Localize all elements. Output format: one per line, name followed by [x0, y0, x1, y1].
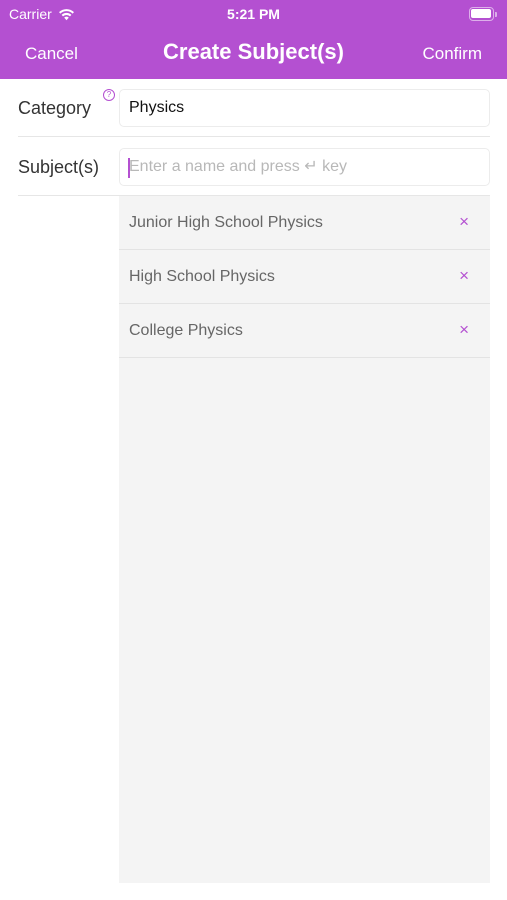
list-item: College Physics × — [119, 304, 490, 358]
subjects-label: Subject(s) — [18, 157, 100, 177]
subject-name-field[interactable] — [119, 148, 490, 186]
battery-level — [471, 9, 491, 18]
cancel-button[interactable]: Cancel — [25, 44, 78, 64]
category-field[interactable]: Physics — [119, 89, 490, 127]
status-time: 5:21 PM — [227, 6, 280, 22]
category-label: Category — [18, 98, 92, 118]
remove-subject-button[interactable]: × — [459, 267, 469, 285]
subject-name: High School Physics — [129, 268, 275, 285]
subject-name: College Physics — [129, 322, 243, 339]
question-mark-icon[interactable]: ? — [103, 89, 115, 101]
subject-name: Junior High School Physics — [129, 214, 323, 231]
remove-subject-button[interactable]: × — [459, 321, 469, 339]
confirm-button[interactable]: Confirm — [422, 44, 482, 64]
list-item: Junior High School Physics × — [119, 196, 490, 250]
remove-subject-button[interactable]: × — [459, 213, 469, 231]
battery-icon — [469, 7, 497, 21]
navigation-bar: Cancel Create Subject(s) Confirm — [0, 28, 507, 79]
status-bar: Carrier 5:21 PM — [0, 0, 507, 28]
create-subjects-screen: Carrier 5:21 PM Cancel Create Subject(s) — [0, 0, 507, 900]
list-item: High School Physics × — [119, 250, 490, 304]
subjects-list: Junior High School Physics × High School… — [119, 196, 490, 883]
category-value: Physics — [129, 99, 185, 116]
category-divider — [18, 136, 490, 137]
text-cursor — [128, 158, 130, 178]
subject-name-input[interactable] — [129, 149, 489, 185]
battery-tip — [495, 11, 497, 17]
app-header: Carrier 5:21 PM Cancel Create Subject(s) — [0, 0, 507, 79]
